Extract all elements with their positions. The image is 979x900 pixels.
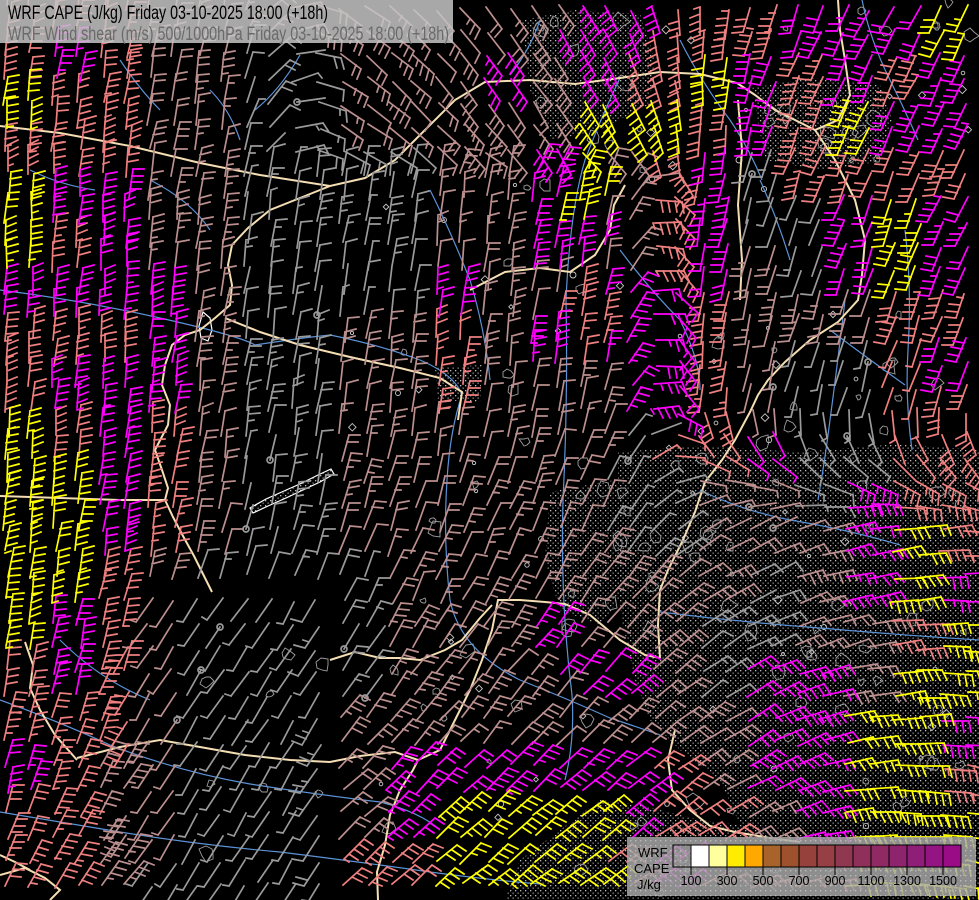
svg-text:1100: 1100	[858, 874, 885, 888]
svg-text:1500: 1500	[929, 874, 957, 888]
svg-text:700: 700	[789, 874, 810, 888]
svg-text:WRF CAPE (J/kg) Friday 03-10-2: WRF CAPE (J/kg) Friday 03-10-2025 18:00 …	[8, 3, 328, 24]
svg-text:500: 500	[753, 874, 774, 888]
svg-text:1300: 1300	[893, 874, 921, 888]
svg-text:100: 100	[681, 874, 702, 888]
svg-text:J/kg: J/kg	[637, 877, 661, 892]
svg-text:900: 900	[825, 874, 846, 888]
svg-text:WRF Wind shear (m/s) 500/1000h: WRF Wind shear (m/s) 500/1000hPa Friday …	[8, 24, 449, 45]
svg-text:WRF: WRF	[638, 845, 668, 860]
svg-text:300: 300	[717, 874, 738, 888]
svg-text:CAPE: CAPE	[634, 861, 670, 876]
